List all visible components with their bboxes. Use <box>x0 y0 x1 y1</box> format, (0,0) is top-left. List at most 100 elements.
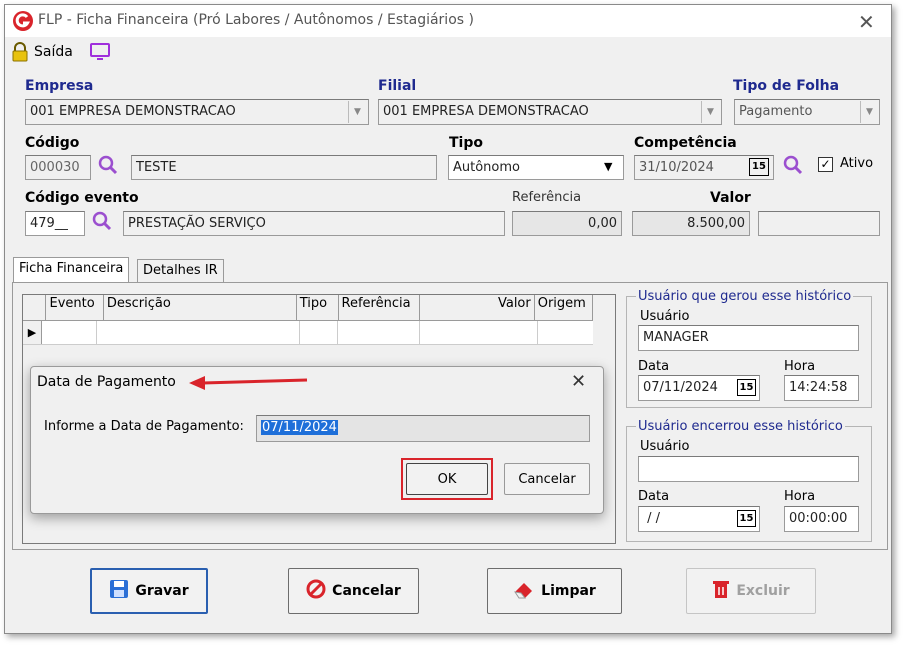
dialog-cancel-label: Cancelar <box>518 471 576 487</box>
chevron-down-icon[interactable]: ▼ <box>860 101 878 123</box>
table-cell[interactable] <box>338 321 420 344</box>
calendar-icon[interactable]: 15 <box>737 379 756 396</box>
ok-button[interactable]: OK <box>406 463 488 495</box>
evento-code-value: 479__ <box>30 216 68 231</box>
table-cell[interactable] <box>300 321 339 344</box>
usuario-encerrou-label: Usuário <box>640 439 690 454</box>
tab-ficha-financeira[interactable]: Ficha Financeira <box>13 257 130 283</box>
saida-button[interactable]: Saída <box>34 44 73 60</box>
tipo-label: Tipo <box>449 135 483 151</box>
group-usuario-gerou-title: Usuário que gerou esse histórico <box>636 289 854 304</box>
excluir-button[interactable]: Excluir <box>686 568 816 614</box>
valor-field[interactable]: 8.500,00 <box>632 211 750 236</box>
table-cell[interactable] <box>97 321 300 344</box>
gravar-button[interactable]: Gravar <box>90 568 208 614</box>
empresa-select[interactable]: 001 EMPRESA DEMONSTRACAO <box>25 99 369 125</box>
tab-detalhes-label: Detalhes IR <box>143 263 218 278</box>
grid-col-valor[interactable]: Valor <box>419 295 535 320</box>
codigo-name-value: TESTE <box>136 160 177 175</box>
cancelar-label: Cancelar <box>332 583 401 599</box>
group-usuario-encerrou-title: Usuário encerrou esse histórico <box>636 419 845 434</box>
grid-col-referencia[interactable]: Referência <box>338 295 420 320</box>
search-icon[interactable] <box>783 155 803 179</box>
codigo-label: Código <box>25 135 80 151</box>
search-icon[interactable] <box>98 155 118 180</box>
close-icon[interactable]: ✕ <box>571 371 586 392</box>
hora-encerrou-value: 00:00:00 <box>789 511 848 526</box>
chevron-down-icon[interactable]: ▼ <box>604 160 612 173</box>
tipo-select[interactable]: Autônomo <box>448 155 624 180</box>
tipo-folha-select[interactable]: Pagamento <box>734 99 880 125</box>
valor-label: Valor <box>710 190 751 206</box>
grid-header: Evento Descrição Tipo Referência Valor O… <box>23 295 594 321</box>
grid-col-tipo[interactable]: Tipo <box>296 295 339 320</box>
monitor-icon[interactable] <box>89 42 111 66</box>
data-gerou-label: Data <box>638 359 670 374</box>
competencia-value: 31/10/2024 <box>639 160 714 175</box>
ativo-label: Ativo <box>840 156 874 171</box>
valor-extra-field <box>758 211 880 236</box>
table-cell[interactable] <box>42 321 98 344</box>
evento-code-field[interactable]: 479__ <box>25 211 85 236</box>
grid-col-evento[interactable]: Evento <box>46 295 104 320</box>
tab-detalhes-ir[interactable]: Detalhes IR <box>137 259 224 283</box>
filial-select[interactable]: 001 EMPRESA DEMONSTRACAO <box>378 99 722 125</box>
cancelar-button[interactable]: Cancelar <box>288 568 419 614</box>
data-gerou-value: 07/11/2024 <box>643 380 718 395</box>
tipo-folha-label: Tipo de Folha <box>733 78 840 94</box>
hora-encerrou-label: Hora <box>784 489 816 504</box>
hora-encerrou-field[interactable]: 00:00:00 <box>784 506 859 532</box>
dialog-cancel-button[interactable]: Cancelar <box>504 463 590 495</box>
referencia-field[interactable]: 0,00 <box>512 211 622 236</box>
usuario-encerrou-field[interactable] <box>638 456 859 482</box>
usuario-gerou-field[interactable]: MANAGER <box>638 325 859 351</box>
trash-icon <box>712 579 730 603</box>
dialog-date-input[interactable]: 07/11/2024 <box>256 415 590 442</box>
evento-desc-field: PRESTAÇÃO SERVIÇO <box>123 211 505 236</box>
close-icon[interactable]: ✕ <box>858 10 875 34</box>
usuario-gerou-value: MANAGER <box>643 330 709 345</box>
referencia-label: Referência <box>512 190 582 205</box>
calendar-icon[interactable]: 15 <box>749 158 769 176</box>
lock-icon[interactable] <box>11 42 29 66</box>
annotation-arrow <box>187 372 309 396</box>
table-cell[interactable] <box>538 321 594 344</box>
ok-label: OK <box>437 471 457 487</box>
usuario-gerou-label: Usuário <box>640 309 690 324</box>
tipo-value: Autônomo <box>453 160 520 175</box>
evento-desc-value: PRESTAÇÃO SERVIÇO <box>128 216 266 231</box>
empresa-label: Empresa <box>25 78 94 94</box>
ativo-checkbox[interactable]: ✓ <box>818 157 833 172</box>
filial-value: 001 EMPRESA DEMONSTRACAO <box>383 104 589 119</box>
chevron-down-icon[interactable]: ▼ <box>348 101 366 123</box>
hora-gerou-field[interactable]: 14:24:58 <box>784 375 859 401</box>
codigo-value: 000030 <box>30 160 80 175</box>
eraser-icon <box>513 579 535 603</box>
app-logo <box>12 10 34 32</box>
row-indicator-icon: ▶ <box>23 321 42 344</box>
gravar-label: Gravar <box>135 583 189 599</box>
search-icon[interactable] <box>92 211 112 235</box>
codigo-field[interactable]: 000030 <box>25 155 91 180</box>
limpar-label: Limpar <box>541 583 596 599</box>
referencia-value: 0,00 <box>588 216 617 231</box>
window-title: FLP - Ficha Financeira (Pró Labores / Au… <box>38 12 474 28</box>
table-row[interactable]: ▶ <box>23 321 593 345</box>
codigo-name-field: TESTE <box>131 155 437 180</box>
calendar-icon[interactable]: 15 <box>737 510 756 527</box>
competencia-label: Competência <box>634 135 737 151</box>
no-entry-icon <box>306 579 326 603</box>
limpar-button[interactable]: Limpar <box>487 568 622 614</box>
table-cell[interactable] <box>420 321 538 344</box>
data-encerrou-value: / / <box>643 511 661 526</box>
data-encerrou-label: Data <box>638 489 670 504</box>
valor-value: 8.500,00 <box>687 216 745 231</box>
floppy-icon <box>109 579 129 603</box>
grid-col-origem[interactable]: Origem <box>534 295 594 320</box>
empresa-value: 001 EMPRESA DEMONSTRACAO <box>30 104 236 119</box>
chevron-down-icon[interactable]: ▼ <box>701 101 719 123</box>
dialog-title: Data de Pagamento <box>37 374 176 390</box>
excluir-label: Excluir <box>736 583 790 599</box>
tipo-folha-value: Pagamento <box>739 104 813 119</box>
grid-col-descricao[interactable]: Descrição <box>103 295 297 320</box>
